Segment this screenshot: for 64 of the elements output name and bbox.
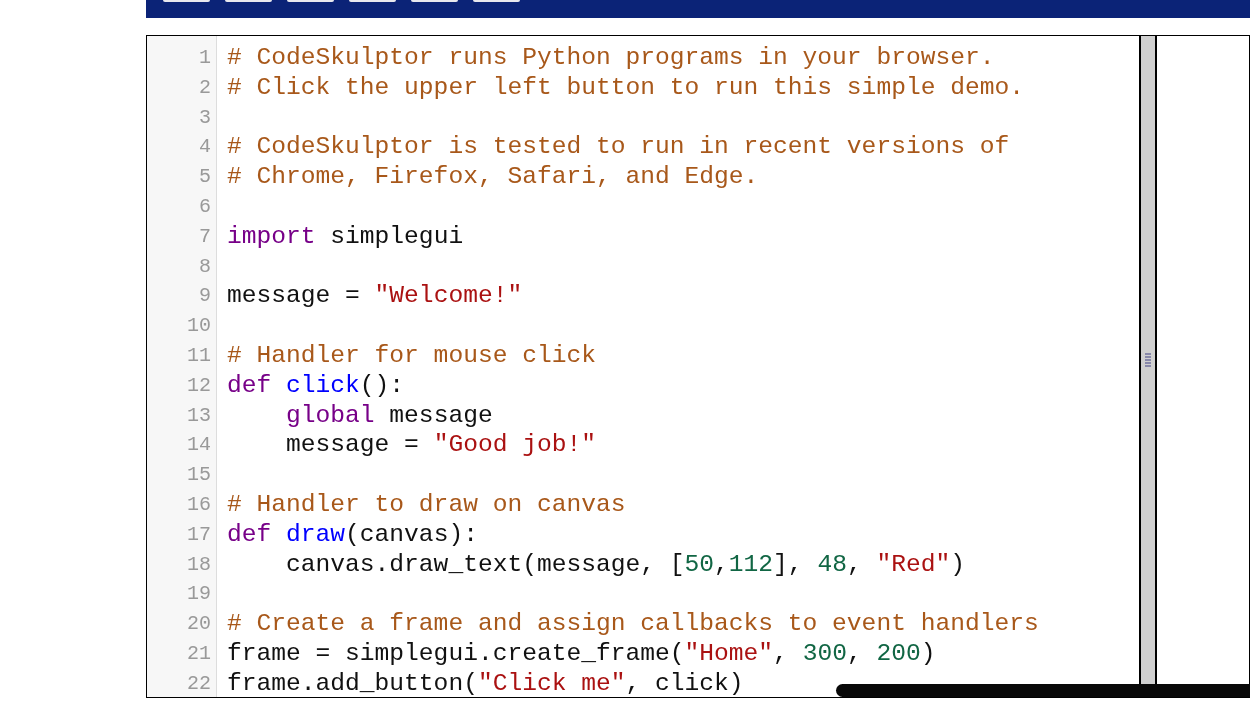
code-token: def <box>227 371 272 399</box>
line-number: 4 <box>199 134 211 161</box>
code-token: # Chrome, Firefox, Safari, and Edge. <box>227 163 759 191</box>
code-token: (): <box>359 371 405 399</box>
line-number: 21 <box>187 640 211 667</box>
code-token: ) <box>920 639 936 667</box>
line-number: 18 <box>187 551 211 578</box>
code-token: "Click me" <box>477 669 626 697</box>
line-number: 19 <box>187 581 211 608</box>
code-token: 50 <box>684 550 715 578</box>
code-token: import <box>227 222 316 250</box>
line-number: 5 <box>199 164 211 191</box>
line-number: 3 <box>199 104 211 131</box>
code-token: ], <box>773 550 804 578</box>
code-token: , <box>846 639 863 667</box>
line-number: 1 <box>199 45 211 71</box>
line-number: 17 <box>187 521 211 548</box>
code-token: frame = simplegui.create_frame( <box>227 639 685 667</box>
code-token: global <box>286 401 375 429</box>
line-number: 8 <box>199 253 211 280</box>
line-number: 2 <box>199 74 211 101</box>
code-token: , <box>773 639 789 667</box>
code-token: ) <box>950 550 965 578</box>
line-number: 10 <box>187 313 211 340</box>
line-number: 7 <box>199 223 211 250</box>
code-token: message <box>388 401 493 429</box>
code-token: (canvas): <box>345 520 478 548</box>
code-token: def <box>227 520 272 548</box>
code-token: simplegui <box>329 222 464 250</box>
code-token: # CodeSkulptor is tested to run in recent versions of <box>227 133 1010 161</box>
code-token: , <box>846 550 863 578</box>
line-number: 16 <box>187 491 211 518</box>
code-token: # Handler to draw on canvas <box>227 490 626 518</box>
line-number: 15 <box>187 462 211 489</box>
line-number: 14 <box>187 432 211 459</box>
code-token: message = <box>286 431 420 459</box>
line-number: 12 <box>187 372 211 399</box>
code-token: draw <box>285 520 346 548</box>
code-token: click <box>285 371 360 399</box>
line-number: 20 <box>187 611 211 638</box>
code-token: canvas.draw_text(message, [ <box>286 550 685 578</box>
code-token: # Handler for mouse click <box>227 341 596 369</box>
code-token: message = <box>227 282 361 310</box>
line-number: 6 <box>199 194 211 220</box>
code-token: , click) <box>625 669 744 697</box>
code-token: 112 <box>728 550 774 578</box>
code-token: "Welcome!" <box>374 282 523 310</box>
line-number: 13 <box>187 402 211 429</box>
line-number: 22 <box>187 670 211 697</box>
code-token: "Red" <box>876 550 951 578</box>
code-token: 200 <box>876 639 921 667</box>
code-token: # Create a frame and assign callbacks to event handlers <box>227 610 1039 638</box>
code-token: "Good job!" <box>433 431 596 459</box>
code-token: 48 <box>817 550 847 578</box>
line-number: 11 <box>187 342 211 369</box>
line-number: 9 <box>199 283 211 310</box>
code-token: , <box>714 550 729 578</box>
splitter-bar[interactable] <box>1139 36 1157 684</box>
code-token: # CodeSkulptor runs Python programs in your browser. <box>227 44 995 71</box>
code-token: frame.add_button( <box>227 669 478 697</box>
code-token: 300 <box>802 639 847 667</box>
code-token: # Click the upper left button to run this simple demo. <box>227 73 1024 101</box>
grip-icon <box>1145 353 1151 367</box>
code-token: "Home" <box>684 639 774 667</box>
